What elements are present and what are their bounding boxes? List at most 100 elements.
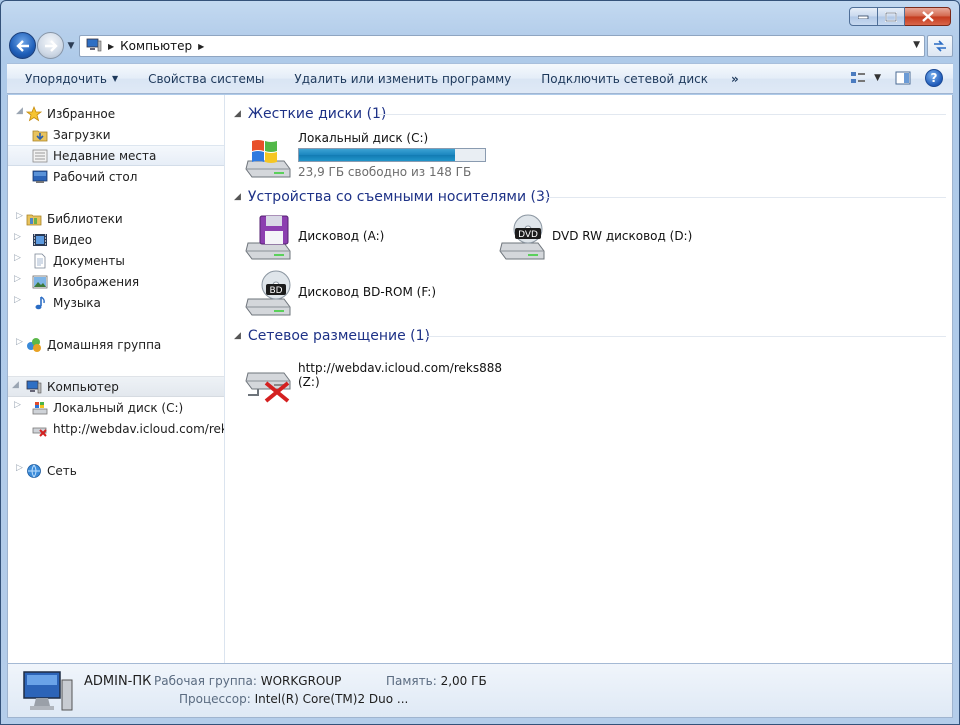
sidebar-item-video[interactable]: ▷ Видео	[14, 229, 224, 250]
music-note-icon	[32, 295, 48, 311]
desktop-icon	[32, 169, 48, 185]
computer-name: ADMIN-ПК	[84, 674, 151, 689]
drive-usage-bar	[298, 148, 486, 162]
close-button[interactable]	[905, 7, 951, 26]
drive-d[interactable]: DVD DVD RW дисковод (D:)	[498, 213, 692, 261]
sidebar-item-label: Домашняя группа	[47, 337, 162, 352]
breadcrumb-separator-icon[interactable]: ▶	[198, 42, 204, 51]
sidebar-item-libraries[interactable]: ▷ Библиотеки	[12, 208, 224, 229]
star-icon	[26, 105, 42, 122]
pictures-icon	[32, 274, 48, 290]
sidebar-item-local-disk[interactable]: ▷ Локальный диск (C:)	[14, 397, 224, 418]
sidebar-item-documents[interactable]: ▷ Документы	[14, 250, 224, 271]
chevron-down-icon: ▼	[111, 74, 119, 83]
minimize-icon	[858, 15, 869, 19]
disconnected-network-drive-icon	[244, 361, 292, 409]
collapse-group-icon[interactable]: ◢	[234, 331, 241, 341]
workgroup-value: WORKGROUP	[260, 674, 342, 688]
map-network-drive-button[interactable]: Подключить сетевой диск	[526, 72, 723, 86]
sidebar-item-label: Загрузки	[53, 127, 111, 142]
expand-icon[interactable]: ▷	[16, 211, 23, 221]
forward-button[interactable]	[37, 32, 64, 59]
view-tiles-icon	[851, 72, 866, 83]
drive-z[interactable]: http://webdav.icloud.com/reks888 (Z:)	[244, 361, 502, 409]
more-commands-button[interactable]: »	[723, 72, 747, 86]
recent-pages-dropdown[interactable]: ▼	[65, 40, 77, 52]
command-bar: Упорядочить ▼ Свойства системы Удалить ил…	[7, 63, 953, 94]
expand-icon[interactable]: ▷	[14, 295, 21, 305]
video-icon	[32, 232, 48, 248]
navigation-row: ▼ ▶ Компьютер ▶ ▼	[7, 31, 953, 61]
drive-f[interactable]: BD Дисковод BD-ROM (F:)	[244, 269, 436, 317]
sidebar-item-favorites[interactable]: ◢ Избранное	[12, 103, 224, 124]
sidebar-item-desktop[interactable]: Рабочий стол	[32, 166, 224, 187]
drive-name: http://webdav.icloud.com/reks888	[298, 361, 503, 375]
sidebar-item-homegroup[interactable]: ▷ Домашняя группа	[12, 334, 224, 355]
expand-icon[interactable]: ▷	[14, 253, 21, 263]
minimize-button[interactable]	[849, 7, 878, 26]
sidebar-item-music[interactable]: ▷ Музыка	[14, 292, 224, 313]
drive-name: DVD RW дисковод (D:)	[552, 229, 693, 243]
system-properties-button[interactable]: Свойства системы	[133, 72, 279, 86]
arrow-right-icon	[44, 39, 58, 52]
collapse-icon[interactable]: ◢	[12, 380, 19, 390]
map-drive-label: Подключить сетевой диск	[541, 71, 709, 86]
sidebar-item-pictures[interactable]: ▷ Изображения	[14, 271, 224, 292]
breadcrumb-computer[interactable]: Компьютер	[120, 39, 192, 53]
drive-name: Дисковод (A:)	[298, 229, 385, 243]
group-title: Жесткие диски (1)	[247, 106, 387, 122]
back-button[interactable]	[9, 32, 36, 59]
expand-icon[interactable]: ▷	[16, 463, 23, 473]
computer-icon	[26, 379, 42, 395]
refresh-button[interactable]	[927, 35, 953, 57]
change-view-button[interactable]: ▼	[850, 71, 881, 85]
recent-places-icon	[32, 148, 48, 164]
help-button[interactable]: ?	[925, 69, 943, 87]
sidebar-item-label: Локальный диск (C:)	[53, 400, 184, 415]
group-header-network[interactable]: ◢ Сетевое размещение (1)	[234, 326, 946, 346]
expand-icon[interactable]: ◢	[16, 106, 23, 116]
sidebar-item-label: Компьютер	[47, 379, 119, 394]
collapse-group-icon[interactable]: ◢	[234, 109, 241, 119]
main-pane: ◢ Жесткие диски (1) Локальный диск (C:) …	[226, 95, 952, 663]
libraries-icon	[26, 211, 42, 227]
computer-icon	[86, 38, 102, 55]
group-header-removable[interactable]: ◢ Устройства со съемными носителями (3)	[234, 187, 946, 207]
organize-button[interactable]: Упорядочить ▼	[7, 72, 133, 86]
group-header-hard-disks[interactable]: ◢ Жесткие диски (1)	[234, 104, 946, 124]
address-dropdown-icon[interactable]: ▼	[913, 40, 920, 50]
disconnected-network-drive-icon	[32, 421, 48, 437]
preview-pane-icon[interactable]	[895, 71, 911, 85]
content-panes: ◢ Избранное Загрузки Недавние места Рабо…	[7, 95, 953, 663]
more-label: »	[731, 71, 739, 86]
breadcrumb-separator-icon[interactable]: ▶	[108, 42, 114, 51]
sidebar-item-network[interactable]: ▷ Сеть	[12, 460, 224, 481]
help-icon: ?	[930, 71, 938, 85]
collapse-group-icon[interactable]: ◢	[234, 192, 241, 202]
sidebar-item-recent-places[interactable]: Недавние места	[8, 145, 224, 166]
view-dropdown-icon: ▼	[874, 73, 881, 83]
sidebar-item-label: Рабочий стол	[53, 169, 138, 184]
memory-label: Память:	[386, 674, 437, 688]
cpu-info: Процессор: Intel(R) Core(TM)2 Duo ...	[179, 692, 408, 706]
bd-badge-label: BD	[269, 286, 282, 296]
address-bar[interactable]: ▶ Компьютер ▶ ▼	[79, 35, 925, 57]
refresh-icon	[934, 40, 946, 52]
caption-buttons	[849, 7, 951, 26]
maximize-button[interactable]	[878, 7, 905, 26]
group-title: Устройства со съемными носителями (3)	[247, 189, 551, 205]
sidebar-item-webdav[interactable]: http://webdav.icloud.com/reks888	[32, 418, 224, 439]
expand-icon[interactable]: ▷	[14, 232, 21, 242]
uninstall-program-button[interactable]: Удалить или изменить программу	[279, 72, 526, 86]
expand-icon[interactable]: ▷	[14, 400, 21, 410]
drive-c[interactable]: Локальный диск (C:) 23,9 ГБ свободно из …	[244, 131, 486, 179]
workgroup-label: Рабочая группа:	[154, 674, 257, 688]
expand-icon[interactable]: ▷	[14, 274, 21, 284]
drive-name: Локальный диск (C:)	[298, 131, 429, 145]
sidebar-item-computer[interactable]: ◢ Компьютер	[8, 376, 224, 397]
drive-a[interactable]: Дисковод (A:)	[244, 213, 384, 261]
expand-icon[interactable]: ▷	[16, 337, 23, 347]
uninstall-label: Удалить или изменить программу	[294, 71, 512, 86]
cpu-label: Процессор:	[179, 692, 251, 706]
sidebar-item-downloads[interactable]: Загрузки	[32, 124, 224, 145]
